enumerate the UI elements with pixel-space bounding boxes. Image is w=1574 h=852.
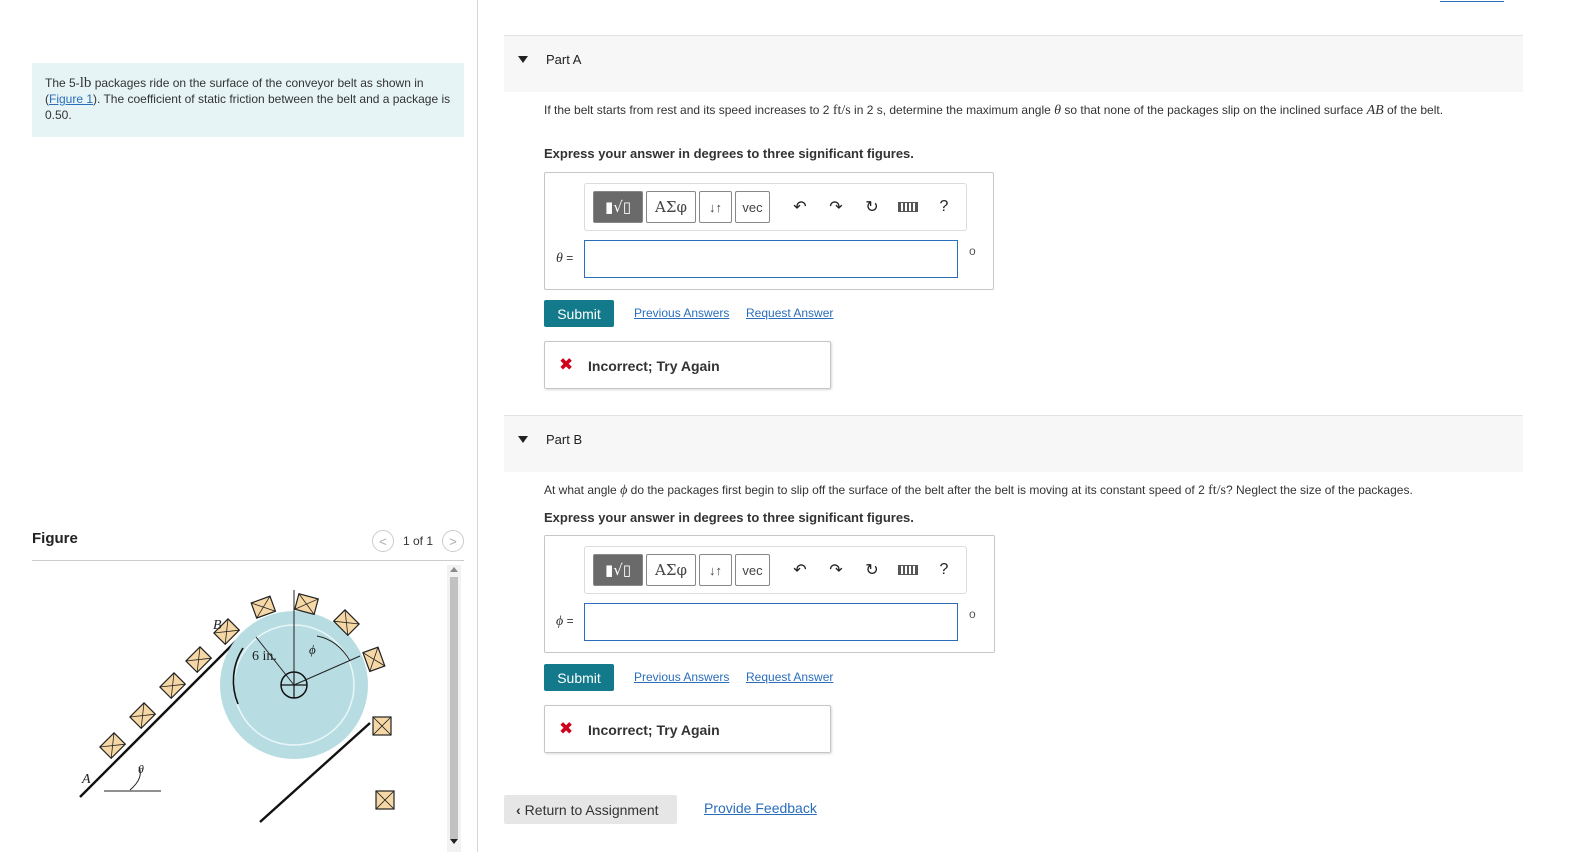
keyboard-icon[interactable] <box>890 202 926 212</box>
part-a-previous-answers-link[interactable]: Previous Answers <box>634 306 729 320</box>
return-label: Return to Assignment <box>524 801 659 818</box>
part-a-title: Part A <box>546 52 582 67</box>
label-b: B <box>213 618 222 633</box>
phi-equals-label: ϕ = <box>556 614 574 630</box>
math-toolbar: ▮√▯ ΑΣφ ↓↑ vec ↶ ↷ ↻ ? <box>584 546 967 594</box>
undo-icon[interactable]: ↶ <box>782 197 818 217</box>
provide-feedback-link[interactable]: Provide Feedback <box>704 800 817 816</box>
qb-text-2: do the packages first begin to slip off … <box>627 483 1209 497</box>
feedback-message: Incorrect; Try Again <box>588 358 720 374</box>
qb-text-3: ? Neglect the size of the packages. <box>1226 483 1413 497</box>
figure-image: A B 6 in. θ ϕ <box>32 564 464 852</box>
chevron-left-icon: ‹ <box>516 801 521 818</box>
part-a-question: If the belt starts from rest and its spe… <box>544 102 1504 119</box>
keyboard-glyph <box>898 565 918 575</box>
theta-answer-input[interactable] <box>584 240 958 278</box>
part-b-request-answer-link[interactable]: Request Answer <box>746 670 833 684</box>
reset-icon[interactable]: ↻ <box>854 560 890 580</box>
undo-icon[interactable]: ↶ <box>782 560 818 580</box>
part-b-previous-answers-link[interactable]: Previous Answers <box>634 670 729 684</box>
qa-text-4: of the belt. <box>1383 103 1444 117</box>
conveyor-diagram: A B 6 in. θ ϕ <box>79 590 395 823</box>
qb-unit: ft/s <box>1208 483 1226 498</box>
qa-text-2: in 2 s, determine the maximum angle <box>850 103 1055 117</box>
collapse-triangle-icon[interactable] <box>518 56 528 63</box>
prev-figure-button[interactable]: < <box>371 530 394 552</box>
help-button[interactable]: ? <box>926 198 962 216</box>
help-button[interactable]: ? <box>926 561 962 579</box>
qa-unit: ft/s <box>832 103 851 118</box>
part-b-feedback: ✖ Incorrect; Try Again <box>544 705 831 753</box>
vector-button[interactable]: vec <box>735 191 770 223</box>
problem-statement: The 5-lb packages ride on the surface of… <box>32 63 464 137</box>
eq-sign: = <box>563 614 574 628</box>
scroll-up-arrow-icon[interactable] <box>450 567 458 572</box>
figure-header: Figure < 1 of 1 > <box>32 527 464 561</box>
part-a-feedback: ✖ Incorrect; Try Again <box>544 341 831 389</box>
qa-symbol: θ <box>1054 103 1062 118</box>
degree-unit-label: o <box>969 607 976 621</box>
package <box>375 790 395 810</box>
part-a-submit-button[interactable]: Submit <box>544 300 614 327</box>
qa-surface: AB <box>1366 103 1384 118</box>
part-a-request-answer-link[interactable]: Request Answer <box>746 306 833 320</box>
part-b-instruction: Express your answer in degrees to three … <box>544 510 914 525</box>
qa-text-3: so that none of the packages slip on the… <box>1061 103 1367 117</box>
templates-button[interactable]: ▮√▯ <box>593 554 643 586</box>
part-b-answer-box: ▮√▯ ΑΣφ ↓↑ vec ↶ ↷ ↻ ? ϕ = o <box>544 535 995 653</box>
greek-symbols-button[interactable]: ΑΣφ <box>646 554 696 586</box>
part-b-title: Part B <box>546 432 583 447</box>
figure-link[interactable]: Figure 1 <box>49 92 93 106</box>
error-x-icon: ✖ <box>559 719 574 738</box>
label-a: A <box>81 772 91 787</box>
problem-text-suffix: ). The coefficient of static friction be… <box>45 92 451 122</box>
qb-text-1: At what angle <box>544 483 621 497</box>
figure-scrollbar[interactable] <box>447 565 461 852</box>
keyboard-icon[interactable] <box>890 565 926 575</box>
subscript-superscript-button[interactable]: ↓↑ <box>699 554 732 586</box>
theta-equals-label: θ = <box>556 251 573 267</box>
reset-icon[interactable]: ↻ <box>854 197 890 217</box>
part-a-instruction: Express your answer in degrees to three … <box>544 146 914 161</box>
greek-symbols-button[interactable]: ΑΣφ <box>646 191 696 223</box>
error-x-icon: ✖ <box>559 355 574 374</box>
phi-answer-input[interactable] <box>584 603 958 641</box>
degree-unit-label: o <box>969 244 976 258</box>
part-a-header[interactable]: Part A <box>504 35 1523 92</box>
keyboard-glyph <box>898 202 918 212</box>
left-pane: The 5-lb packages ride on the surface of… <box>0 0 478 852</box>
part-b-submit-button[interactable]: Submit <box>544 664 614 691</box>
feedback-message: Incorrect; Try Again <box>588 722 720 738</box>
problem-text-prefix: The 5- <box>45 76 80 90</box>
templates-button[interactable]: ▮√▯ <box>593 191 643 223</box>
eq-symbol: θ <box>556 251 563 266</box>
package <box>372 716 392 736</box>
package <box>362 646 386 673</box>
eq-sign: = <box>562 251 574 265</box>
part-b-header[interactable]: Part B <box>504 415 1523 472</box>
figure-counter: 1 of 1 <box>402 534 433 548</box>
weight-unit: lb <box>79 75 92 91</box>
redo-icon[interactable]: ↷ <box>818 197 854 217</box>
scroll-down-arrow-icon[interactable] <box>450 839 458 844</box>
collapse-triangle-icon[interactable] <box>518 436 528 443</box>
subscript-superscript-button[interactable]: ↓↑ <box>699 191 732 223</box>
incline-belt-line <box>79 639 238 798</box>
figure-title: Figure <box>32 530 78 547</box>
vector-button[interactable]: vec <box>735 554 770 586</box>
figure-pager: < 1 of 1 > <box>371 530 464 552</box>
qa-text-1: If the belt starts from rest and its spe… <box>544 103 833 117</box>
part-b-question: At what angle ϕ do the packages first be… <box>544 482 1524 499</box>
redo-icon[interactable]: ↷ <box>818 560 854 580</box>
return-to-assignment-button[interactable]: ‹ Return to Assignment <box>504 795 677 824</box>
part-a-answer-box: ▮√▯ ΑΣφ ↓↑ vec ↶ ↷ ↻ ? θ = o <box>544 172 994 290</box>
theta-label: θ <box>138 762 144 776</box>
radius-label: 6 in. <box>252 649 277 664</box>
scroll-thumb[interactable] <box>450 577 458 839</box>
next-figure-button[interactable]: > <box>442 530 464 552</box>
phi-label: ϕ <box>309 642 316 657</box>
math-toolbar: ▮√▯ ΑΣφ ↓↑ vec ↶ ↷ ↻ ? <box>584 183 967 231</box>
top-cutoff-link[interactable] <box>1440 0 1504 2</box>
